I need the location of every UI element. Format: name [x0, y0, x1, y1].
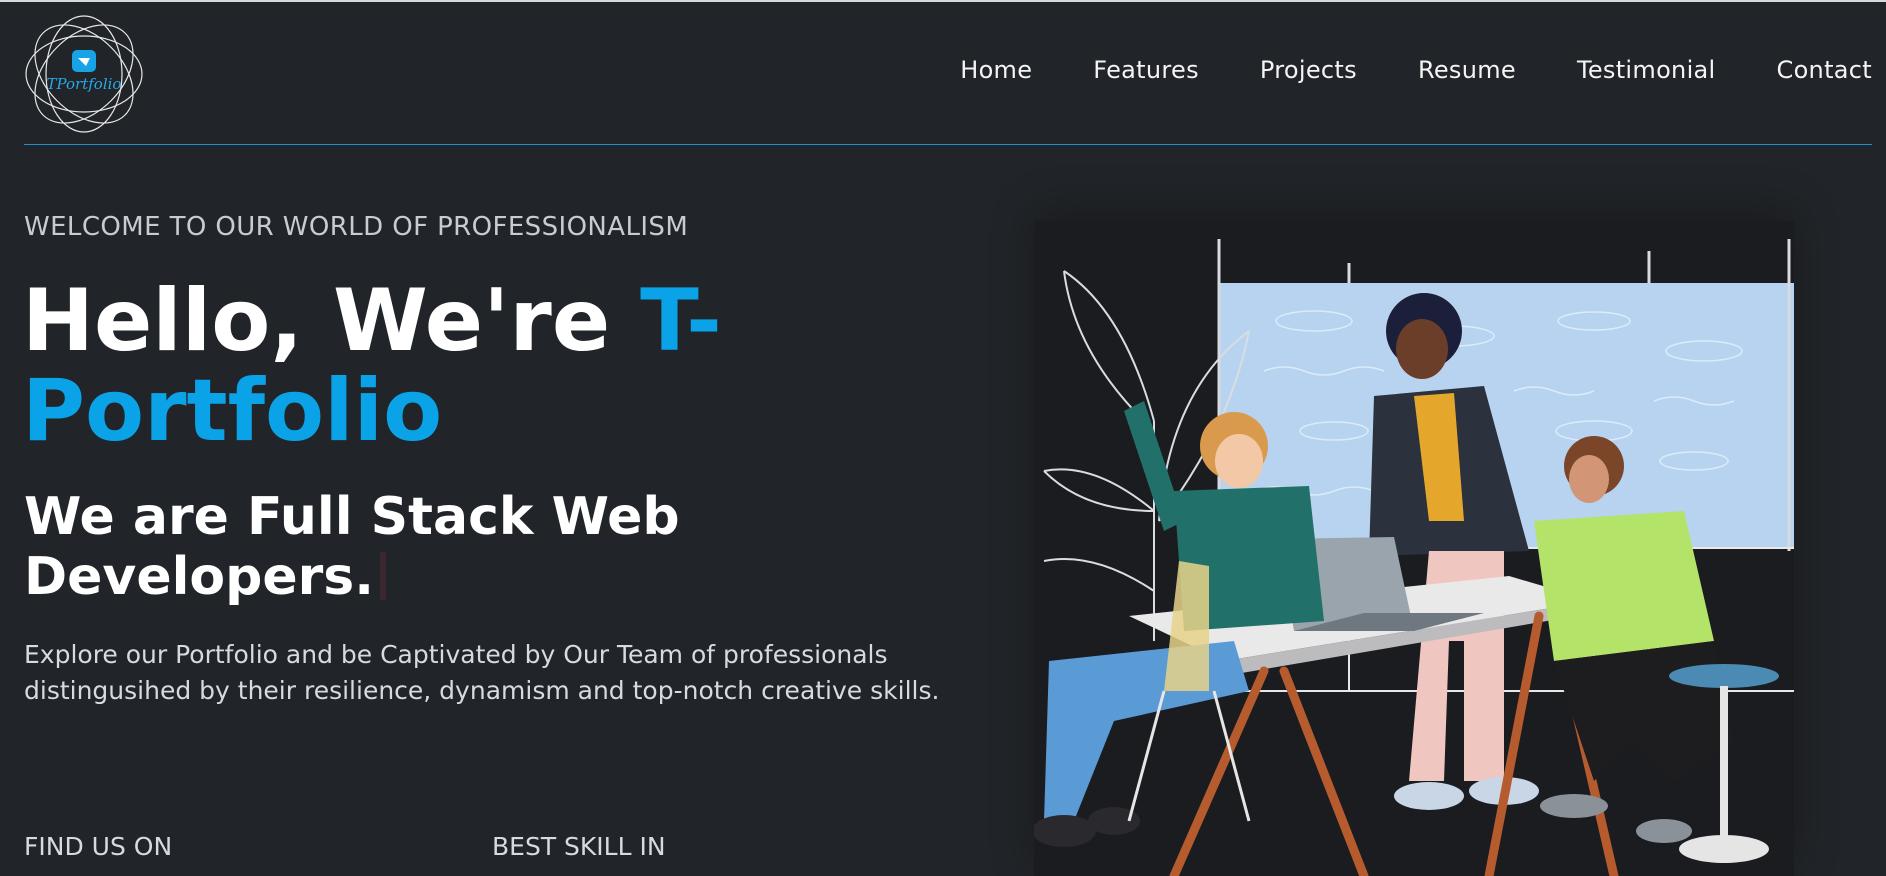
page: TPortfolio Home Features Projects Resume… — [0, 0, 1886, 876]
best-skill-label: BEST SKILL IN — [492, 832, 666, 861]
logo[interactable]: TPortfolio — [22, 12, 146, 136]
hero-paragraph: Explore our Portfolio and be Captivated … — [24, 640, 940, 705]
typing-cursor — [379, 552, 386, 600]
hero-subhead: We are Full Stack Web Developers. — [24, 487, 724, 607]
logo-text: TPortfolio — [46, 75, 122, 93]
nav-testimonial[interactable]: Testimonial — [1577, 56, 1716, 84]
main-nav: Home Features Projects Resume Testimonia… — [899, 56, 1872, 84]
subhead-text: We are Full Stack Web Developers. — [24, 487, 680, 607]
header-divider — [24, 144, 1872, 145]
nav-home[interactable]: Home — [960, 56, 1032, 84]
nav-projects[interactable]: Projects — [1260, 56, 1357, 84]
headline-prefix: Hello, We're — [22, 271, 641, 371]
team-illustration — [1034, 221, 1794, 876]
hero-headline: Hello, We're T-Portfolio — [22, 276, 782, 456]
logo-icon — [25, 15, 143, 133]
nav-resume[interactable]: Resume — [1418, 56, 1516, 84]
top-border — [0, 0, 1886, 2]
find-us-label: FIND US ON — [24, 832, 173, 861]
hero-kicker: WELCOME TO OUR WORLD OF PROFESSIONALISM — [24, 212, 689, 242]
nav-features[interactable]: Features — [1093, 56, 1199, 84]
nav-contact[interactable]: Contact — [1777, 56, 1872, 84]
